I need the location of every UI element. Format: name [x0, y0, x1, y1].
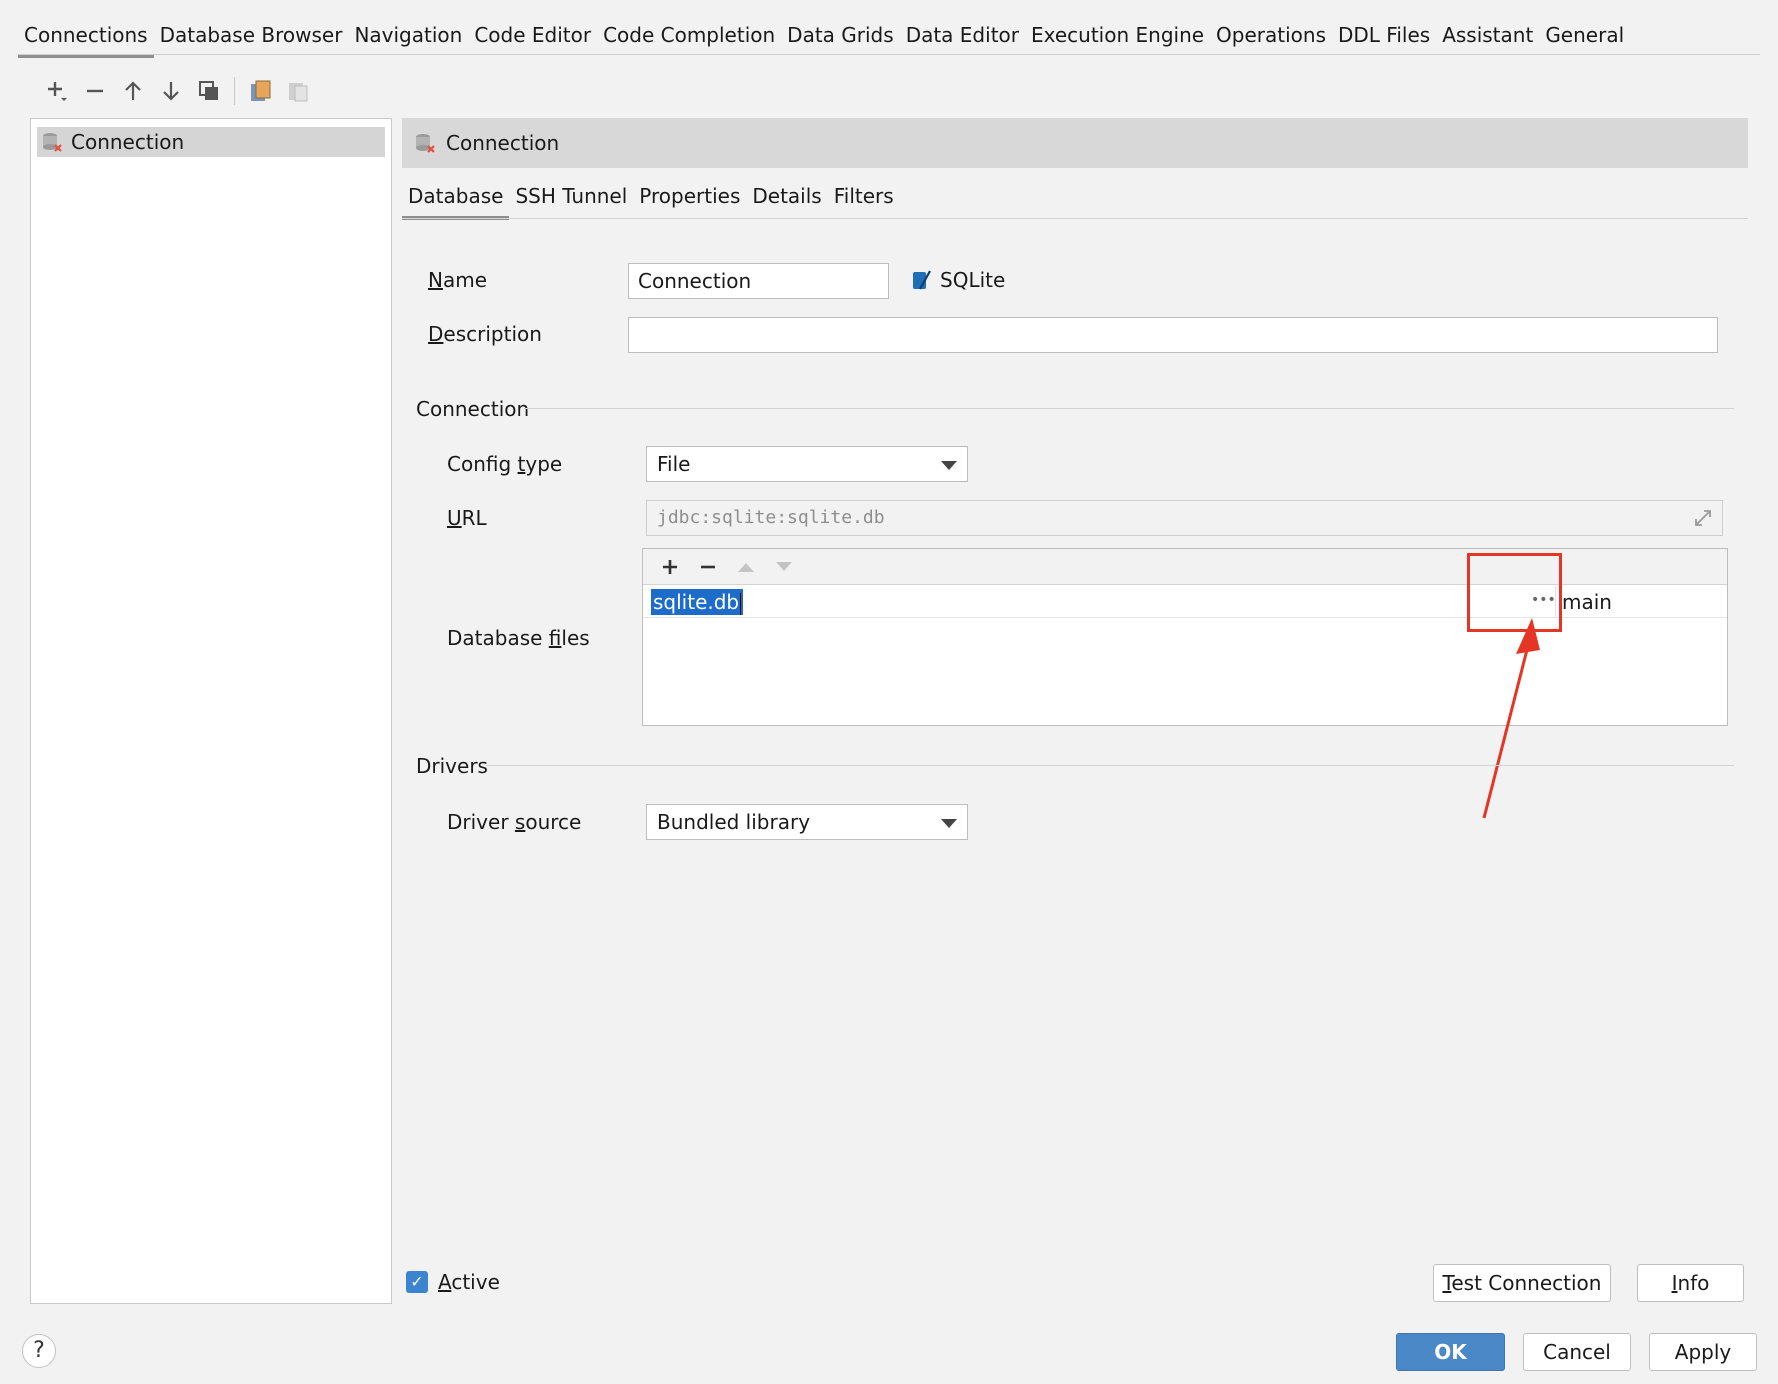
database-icon — [414, 132, 436, 154]
help-button[interactable]: ? — [22, 1334, 56, 1368]
db-type-label: SQLite — [940, 268, 1006, 292]
copy-icon[interactable] — [190, 74, 228, 108]
tab-ddl-files[interactable]: DDL Files — [1332, 18, 1436, 58]
config-type-dropdown[interactable]: File — [646, 446, 968, 482]
toolbar-separator — [234, 77, 235, 105]
list-item-connection[interactable]: Connection — [37, 127, 385, 157]
tab-operations[interactable]: Operations — [1210, 18, 1332, 58]
files-toolbar — [643, 549, 1727, 585]
chevron-down-icon — [941, 819, 957, 828]
active-checkbox-row[interactable]: ✓ Active — [406, 1270, 500, 1294]
database-files-label: Database files — [447, 626, 590, 650]
subtab-divider — [402, 218, 1748, 219]
description-field[interactable] — [628, 317, 1718, 353]
driver-source-value: Bundled library — [657, 810, 811, 834]
active-checkbox[interactable]: ✓ — [406, 1271, 428, 1293]
section-divider — [524, 408, 1734, 409]
test-connection-button[interactable]: Test Connection — [1433, 1264, 1611, 1302]
tab-details[interactable]: Details — [746, 180, 827, 220]
chevron-down-icon — [941, 461, 957, 470]
driver-source-dropdown[interactable]: Bundled library — [646, 804, 968, 840]
list-item-label: Connection — [71, 130, 185, 154]
export-icon[interactable] — [241, 74, 279, 108]
paste-icon[interactable] — [279, 74, 317, 108]
tab-general[interactable]: General — [1539, 18, 1630, 58]
file-path-cell[interactable]: sqlite.db — [651, 589, 744, 615]
add-file-icon[interactable] — [651, 550, 689, 584]
header-title: Connection — [446, 131, 560, 155]
settings-tab-bar: Database SSH Tunnel Properties Details F… — [402, 180, 900, 220]
info-button[interactable]: Info — [1637, 1264, 1744, 1302]
add-icon[interactable] — [38, 74, 76, 108]
remove-icon[interactable] — [76, 74, 114, 108]
move-up-arrow-icon[interactable] — [727, 550, 765, 584]
tab-database-browser[interactable]: Database Browser — [154, 18, 349, 58]
expand-icon[interactable] — [1692, 507, 1714, 529]
tab-ssh-tunnel[interactable]: SSH Tunnel — [509, 180, 633, 220]
active-label: Active — [438, 1270, 500, 1294]
ok-button[interactable]: OK — [1396, 1333, 1505, 1371]
connection-section-title: Connection — [416, 397, 530, 421]
tab-properties[interactable]: Properties — [633, 180, 746, 220]
connection-header: Connection — [402, 118, 1748, 168]
tab-data-editor[interactable]: Data Editor — [900, 18, 1025, 58]
name-field[interactable]: Connection — [628, 263, 889, 299]
name-label: Name — [428, 268, 488, 292]
connections-list: Connection — [30, 118, 392, 1304]
tab-execution-engine[interactable]: Execution Engine — [1025, 18, 1210, 58]
move-up-icon[interactable] — [114, 74, 152, 108]
remove-file-icon[interactable] — [689, 550, 727, 584]
config-type-label: Config type — [447, 452, 563, 476]
apply-button[interactable]: Apply — [1649, 1333, 1757, 1371]
file-alias-cell[interactable]: main — [1562, 588, 1612, 616]
url-value: jdbc:sqlite:sqlite.db — [657, 507, 885, 528]
database-icon — [41, 131, 63, 153]
tab-code-completion[interactable]: Code Completion — [597, 18, 781, 58]
tab-data-grids[interactable]: Data Grids — [781, 18, 900, 58]
url-field[interactable]: jdbc:sqlite:sqlite.db — [646, 500, 1723, 536]
url-label: URL — [447, 506, 487, 530]
cancel-button[interactable]: Cancel — [1523, 1333, 1631, 1371]
drivers-section-title: Drivers — [416, 754, 488, 778]
description-label: Description — [428, 322, 542, 346]
tab-navigation[interactable]: Navigation — [348, 18, 468, 58]
tab-filters[interactable]: Filters — [828, 180, 900, 220]
top-tab-bar: Connections Database Browser Navigation … — [18, 18, 1630, 58]
tab-database[interactable]: Database — [402, 180, 510, 220]
db-type-indicator: SQLite — [912, 268, 1005, 292]
move-down-icon[interactable] — [152, 74, 190, 108]
connections-toolbar — [38, 74, 317, 108]
top-tab-divider — [18, 54, 1760, 55]
config-type-value: File — [657, 452, 691, 476]
driver-source-label: Driver source — [447, 810, 582, 834]
move-down-arrow-icon[interactable] — [765, 550, 803, 584]
annotation-arrow — [1482, 618, 1540, 819]
section-divider — [486, 765, 1734, 766]
text-cursor — [740, 592, 742, 615]
table-row[interactable]: sqlite.db ••• main — [643, 586, 1727, 618]
tab-connections[interactable]: Connections — [18, 18, 154, 58]
tab-code-editor[interactable]: Code Editor — [468, 18, 597, 58]
sqlite-icon — [912, 269, 932, 291]
database-files-table: sqlite.db ••• main — [642, 548, 1728, 726]
tab-assistant[interactable]: Assistant — [1436, 18, 1539, 58]
